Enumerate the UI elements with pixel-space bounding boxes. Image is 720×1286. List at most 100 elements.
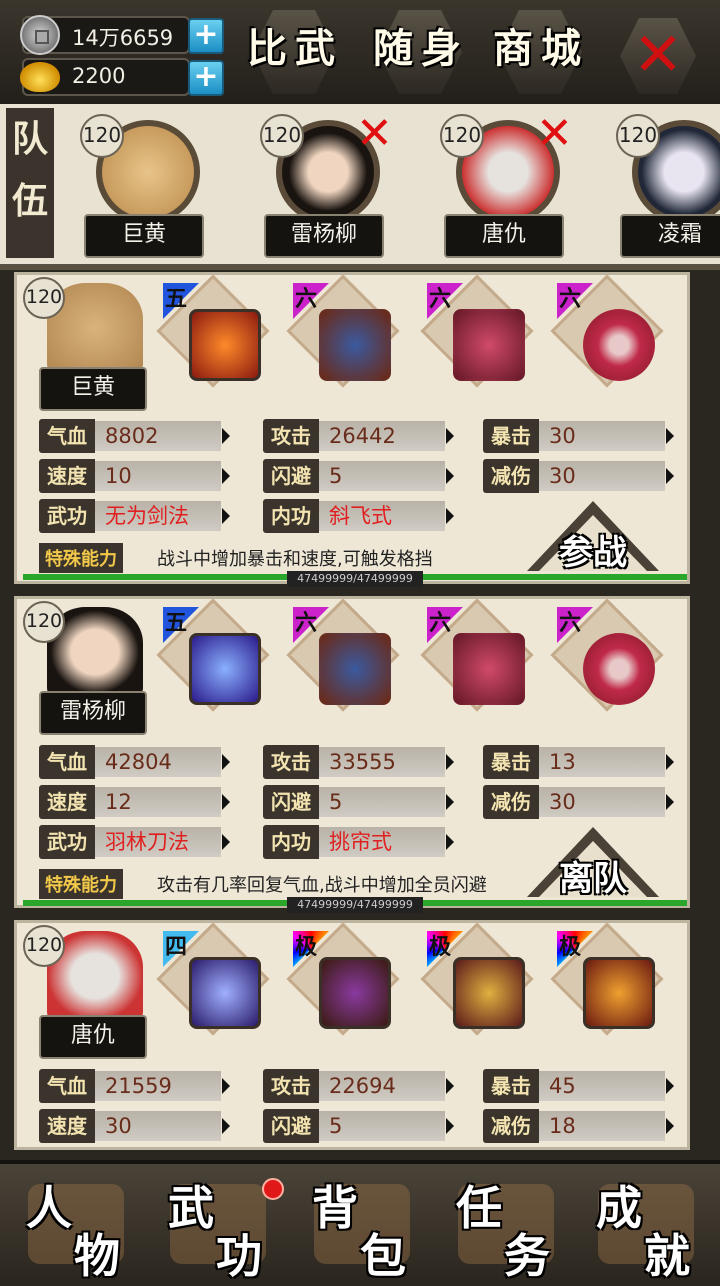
leave-team-button[interactable]: 离队 bbox=[527, 827, 659, 899]
equipment-slot[interactable]: 极 bbox=[420, 922, 547, 1036]
stat-speed: 速度 12 bbox=[39, 785, 230, 819]
level-badge: 120 bbox=[440, 114, 484, 158]
team-member[interactable]: 120 雷杨柳 ✕ bbox=[260, 108, 396, 262]
join-battle-button[interactable]: 参战 bbox=[527, 501, 659, 573]
stat-hp: 气血 21559 bbox=[39, 1069, 230, 1103]
stat-inner-skill[interactable]: 内功 斜飞式 bbox=[263, 499, 454, 533]
team-label: 队 伍 bbox=[6, 108, 54, 258]
add-silver-button[interactable]: + bbox=[188, 18, 224, 54]
nav-label: 包 bbox=[360, 1229, 406, 1283]
level-badge: 120 bbox=[260, 114, 304, 158]
special-text: 攻击有几率回复气血,战斗中增加全员闪避 bbox=[157, 875, 487, 896]
nav-label: 务 bbox=[504, 1229, 550, 1283]
stat-dodge: 闪避 5 bbox=[263, 1109, 454, 1143]
stat-label: 武功 bbox=[39, 825, 95, 859]
leave-team-label: 离队 bbox=[559, 859, 627, 899]
equipment-slot[interactable]: 四 bbox=[156, 922, 283, 1036]
level-badge: 120 bbox=[616, 114, 660, 158]
tier-label: 六 bbox=[429, 610, 452, 636]
carry-button[interactable]: 随身 bbox=[366, 6, 476, 98]
nav-character[interactable]: 人 物 bbox=[8, 1170, 148, 1283]
level-badge: 120 bbox=[80, 114, 124, 158]
close-icon: ✕ bbox=[632, 20, 684, 90]
close-button[interactable]: ✕ bbox=[620, 18, 696, 94]
equipment-slot[interactable]: 六 bbox=[286, 598, 413, 712]
stat-value: 5 bbox=[319, 787, 445, 817]
stat-damage-reduction: 减伤 30 bbox=[483, 785, 674, 819]
equipment-slot[interactable]: 六 bbox=[286, 274, 413, 388]
blade-icon bbox=[189, 633, 261, 705]
team-member[interactable]: 120 唐仇 ✕ bbox=[440, 108, 576, 262]
nav-quests[interactable]: 任 务 bbox=[438, 1170, 578, 1283]
arena-button[interactable]: 比武 bbox=[240, 6, 350, 98]
tier-label: 极 bbox=[295, 934, 318, 960]
silver-coin-icon bbox=[20, 15, 60, 55]
special-text: 战斗中增加暴击和速度,可触发格挡 bbox=[157, 549, 433, 570]
equipment-slot[interactable]: 极 bbox=[286, 922, 413, 1036]
equipment-slot[interactable]: 六 bbox=[550, 598, 677, 712]
stat-value: 30 bbox=[539, 461, 665, 491]
hero-card: 120 雷杨柳 五 六 六 六 气血 42804 攻击 33555 暴击 13 速度 1… bbox=[14, 596, 690, 913]
stat-martial-skill[interactable]: 武功 无为剑法 bbox=[39, 499, 230, 533]
boots-icon bbox=[453, 957, 525, 1029]
stat-label: 攻击 bbox=[263, 745, 319, 779]
stat-damage-reduction: 减伤 30 bbox=[483, 459, 674, 493]
join-battle-label: 参战 bbox=[559, 533, 627, 573]
silver-amount: 14万6659 bbox=[72, 26, 174, 50]
stat-inner-skill[interactable]: 内功 挑帘式 bbox=[263, 825, 454, 859]
carry-label: 随身 bbox=[373, 25, 469, 72]
member-name: 巨黄 bbox=[84, 214, 204, 258]
remove-member-icon[interactable]: ✕ bbox=[536, 108, 573, 159]
remove-member-icon[interactable]: ✕ bbox=[356, 108, 393, 159]
stat-label: 气血 bbox=[39, 745, 95, 779]
token-icon bbox=[583, 957, 655, 1029]
hp-text: 47499999/47499999 bbox=[287, 571, 423, 587]
bottom-nav: 人 物 武 功 背 包 任 务 成 就 bbox=[0, 1160, 720, 1284]
level-badge: 120 bbox=[23, 925, 65, 967]
stat-value: 42804 bbox=[95, 747, 221, 777]
member-name: 凌霜 bbox=[620, 214, 720, 258]
tier-label: 六 bbox=[559, 610, 582, 636]
shop-button[interactable]: 商城 bbox=[486, 6, 596, 98]
equipment-slot[interactable]: 六 bbox=[420, 598, 547, 712]
nav-achievements[interactable]: 成 就 bbox=[578, 1170, 718, 1283]
sword-icon bbox=[189, 957, 261, 1029]
level-badge: 120 bbox=[23, 277, 65, 319]
stat-martial-skill[interactable]: 武功 羽林刀法 bbox=[39, 825, 230, 859]
stat-value: 30 bbox=[539, 787, 665, 817]
special-label: 特殊能力 bbox=[39, 869, 123, 899]
add-gold-button[interactable]: + bbox=[188, 60, 224, 96]
stat-value: 无为剑法 bbox=[95, 501, 221, 531]
nav-label: 背 bbox=[312, 1181, 358, 1235]
stat-label: 速度 bbox=[39, 785, 95, 819]
tier-label: 五 bbox=[165, 286, 188, 312]
stat-value: 羽林刀法 bbox=[95, 827, 221, 857]
stat-label: 暴击 bbox=[483, 745, 539, 779]
equipment-slot[interactable]: 六 bbox=[550, 274, 677, 388]
special-label: 特殊能力 bbox=[39, 543, 123, 573]
stat-label: 攻击 bbox=[263, 419, 319, 453]
equipment-slot[interactable]: 五 bbox=[156, 598, 283, 712]
stat-label: 速度 bbox=[39, 459, 95, 493]
equipment-slot[interactable]: 极 bbox=[550, 922, 677, 1036]
stat-attack: 攻击 33555 bbox=[263, 745, 454, 779]
shop-label: 商城 bbox=[493, 25, 589, 72]
team-member[interactable]: 120 凌霜 bbox=[616, 114, 720, 262]
equipment-slot[interactable]: 六 bbox=[420, 274, 547, 388]
nav-bag[interactable]: 背 包 bbox=[294, 1170, 434, 1283]
gold-currency: 2200 bbox=[20, 58, 190, 96]
stat-label: 闪避 bbox=[263, 459, 319, 493]
stat-value: 斜飞式 bbox=[319, 501, 445, 531]
stat-value: 10 bbox=[95, 461, 221, 491]
nav-label: 功 bbox=[216, 1229, 262, 1283]
gold-ingot-icon bbox=[20, 62, 60, 92]
stat-value: 5 bbox=[319, 461, 445, 491]
flame-sword-icon bbox=[189, 309, 261, 381]
team-member[interactable]: 120 巨黄 bbox=[80, 114, 216, 262]
stat-crit: 暴击 30 bbox=[483, 419, 674, 453]
equipment-slot[interactable]: 五 bbox=[156, 274, 283, 388]
stat-label: 减伤 bbox=[483, 785, 539, 819]
hero-name: 唐仇 bbox=[39, 1015, 147, 1059]
stat-label: 内功 bbox=[263, 825, 319, 859]
armor-icon bbox=[319, 309, 391, 381]
